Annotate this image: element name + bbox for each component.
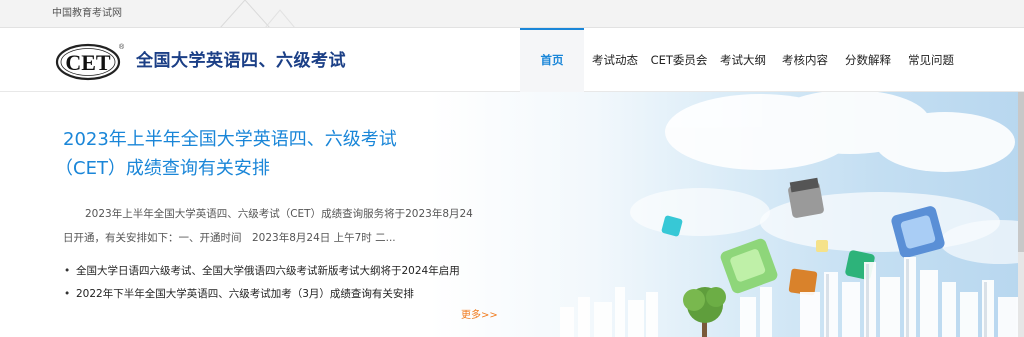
registered-mark: ®	[119, 43, 125, 51]
headline-link[interactable]: 2023年上半年全国大学英语四、六级考试 （CET）成绩查询有关安排	[55, 125, 483, 183]
news-summary: 2023年上半年全国大学英语四、六级考试（CET）成绩查询服务将于2023年8月…	[63, 208, 473, 244]
news-list: • 全国大学日语四六级考试、全国大学俄语四六级考试新版考试大纲将于2024年启用 …	[64, 260, 460, 306]
cet-logo[interactable]: CET ®	[55, 41, 125, 81]
cloud-shapes	[630, 92, 1024, 264]
nav-home[interactable]: 首页	[520, 28, 584, 92]
headline-line-2: （CET）成绩查询有关安排	[55, 158, 270, 179]
scrollbar-thumb[interactable]	[1018, 92, 1024, 252]
decorative-triangles	[220, 0, 295, 27]
bullet-icon: •	[64, 288, 71, 300]
news-link[interactable]: 全国大学日语四六级考试、全国大学俄语四六级考试新版考试大纲将于2024年启用	[76, 265, 460, 277]
nav-exam-content[interactable]: 考核内容	[774, 28, 836, 92]
nav-exam-syllabus[interactable]: 考试大纲	[712, 28, 774, 92]
logo-text: CET	[65, 50, 111, 75]
site-header: CET ® 全国大学英语四、六级考试 首页 考试动态 CET委员会 考试大纲 考…	[0, 28, 1024, 92]
site-title: 全国大学英语四、六级考试	[136, 51, 346, 71]
main-nav: 首页 考试动态 CET委员会 考试大纲 考核内容 分数解释 常见问题	[520, 28, 962, 92]
city-skyline	[560, 257, 1018, 337]
list-item: • 2022年下半年全国大学英语四、六级考试加考（3月）成绩查询有关安排	[64, 283, 460, 306]
hero-banner: 2023年上半年全国大学英语四、六级考试 （CET）成绩查询有关安排 2023年…	[0, 92, 1024, 337]
nav-exam-news[interactable]: 考试动态	[584, 28, 646, 92]
top-bar: 中国教育考试网	[0, 0, 1024, 28]
headline-line-1: 2023年上半年全国大学英语四、六级考试	[63, 129, 397, 150]
nav-cet-committee[interactable]: CET委员会	[646, 28, 712, 92]
news-link[interactable]: 2022年下半年全国大学英语四、六级考试加考（3月）成绩查询有关安排	[76, 288, 414, 300]
neea-home-link[interactable]: 中国教育考试网	[52, 8, 122, 20]
nav-score-explanation[interactable]: 分数解释	[836, 28, 900, 92]
more-link[interactable]: 更多>>	[461, 306, 498, 321]
tree-illustration	[683, 287, 726, 337]
nav-faq[interactable]: 常见问题	[900, 28, 962, 92]
list-item: • 全国大学日语四六级考试、全国大学俄语四六级考试新版考试大纲将于2024年启用	[64, 260, 460, 283]
bullet-icon: •	[64, 265, 71, 277]
